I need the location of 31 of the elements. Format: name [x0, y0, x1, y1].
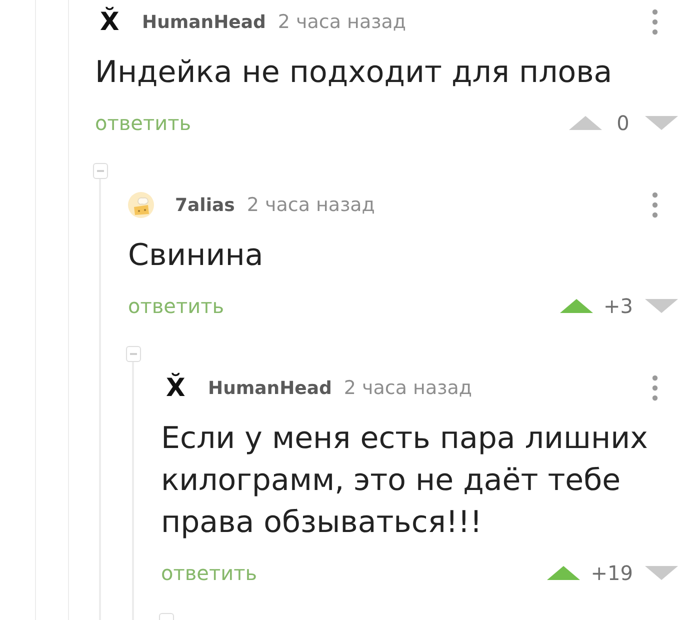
reply-link[interactable]: ответить: [95, 111, 192, 135]
author-link[interactable]: HumanHead: [208, 378, 332, 398]
timestamp-link[interactable]: 2 часа назад: [246, 194, 375, 216]
rating-count: 0: [616, 111, 630, 135]
author-link[interactable]: 7alias: [175, 194, 235, 216]
downvote-icon[interactable]: [645, 116, 678, 130]
minus-icon: [97, 170, 104, 172]
reply-link[interactable]: ответить: [128, 294, 224, 318]
avatar-icon[interactable]: [128, 192, 154, 218]
rating-count: +19: [590, 561, 633, 585]
more-options-icon[interactable]: [652, 375, 658, 401]
rating-count: +3: [604, 294, 633, 318]
downvote-icon[interactable]: [645, 566, 678, 580]
timestamp-link[interactable]: 2 часа назад: [344, 377, 472, 399]
minus-icon: [130, 353, 137, 355]
upvote-icon[interactable]: [569, 116, 602, 130]
more-options-icon[interactable]: [652, 192, 658, 218]
reply-link[interactable]: ответить: [161, 561, 258, 585]
downvote-icon[interactable]: [645, 299, 678, 313]
avatar-letter: X̆: [99, 7, 120, 37]
timestamp-link[interactable]: 2 часа назад: [278, 11, 406, 33]
collapse-toggle[interactable]: [93, 163, 108, 179]
avatar-letter: X̆: [165, 373, 186, 403]
comment-text: Свинина: [128, 237, 264, 275]
upvote-icon[interactable]: [560, 299, 593, 313]
author-link[interactable]: HumanHead: [142, 12, 266, 32]
upvote-icon[interactable]: [546, 566, 580, 580]
collapse-toggle[interactable]: [126, 346, 141, 362]
more-options-icon[interactable]: [652, 9, 658, 35]
comment-text: Если у меня есть пара лишних килограмм, это не даёт тебе права обзываться!!!: [161, 420, 649, 542]
comment-text: Индейка не подходит для плова: [95, 54, 614, 92]
